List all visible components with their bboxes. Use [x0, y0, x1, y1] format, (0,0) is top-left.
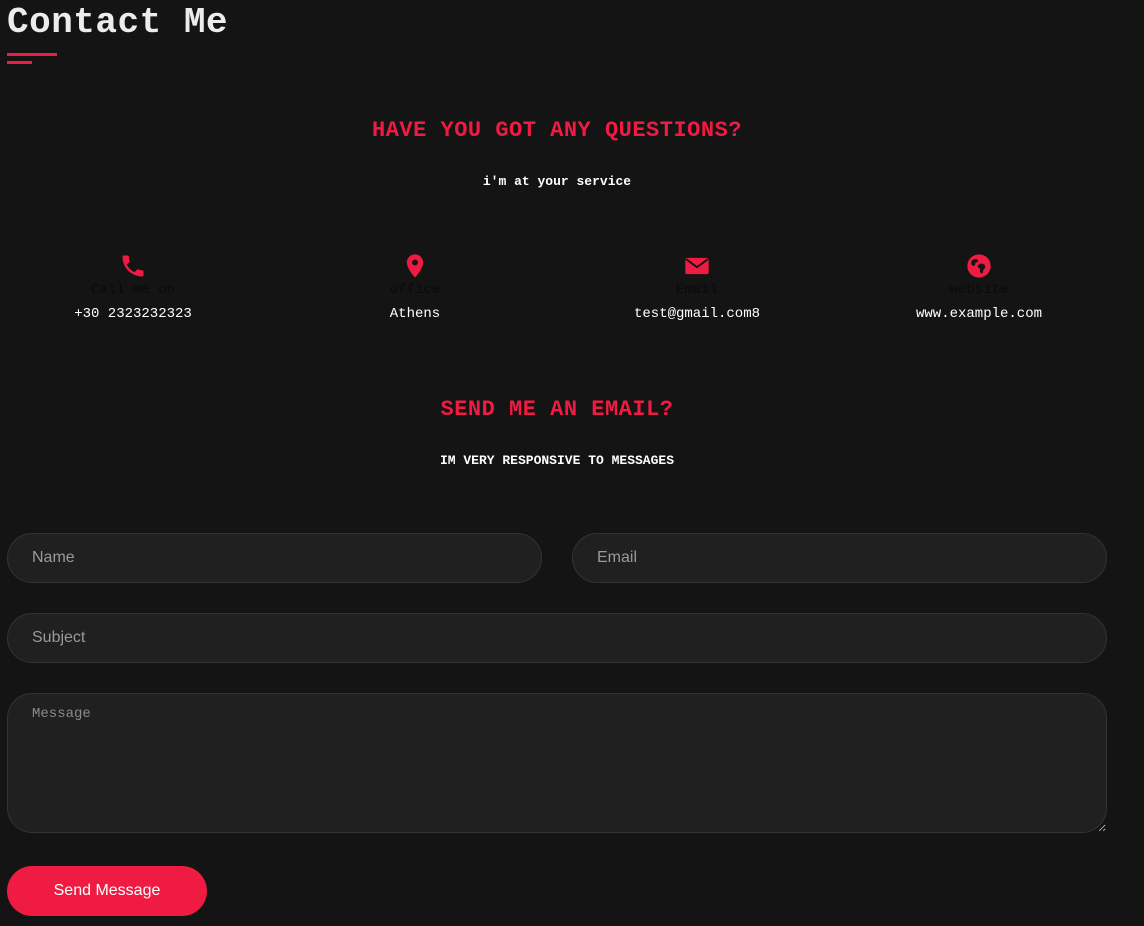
page-title: Contact Me [7, 2, 229, 43]
contact-label-phone: Call me on [90, 282, 175, 298]
location-pin-icon [406, 254, 424, 278]
envelope-icon [685, 257, 709, 275]
email-input[interactable] [572, 533, 1107, 583]
email-section-heading: SEND ME AN EMAIL? [440, 397, 674, 422]
questions-subheading: i'm at your service [482, 174, 632, 189]
contact-value-phone: +30 2323232323 [74, 306, 192, 322]
contact-value-website[interactable]: www.example.com [849, 305, 1109, 323]
contact-label-office: office [389, 282, 441, 298]
questions-heading: HAVE YOU GOT ANY QUESTIONS? [372, 118, 742, 143]
contact-value-email: test@gmail.com8 [633, 306, 761, 322]
contact-label-email: Email [675, 282, 718, 298]
contact-label-website: website [949, 282, 1009, 298]
title-underline-decoration [7, 53, 57, 67]
send-message-button[interactable]: Send Message [7, 866, 207, 916]
phone-icon [122, 255, 144, 277]
contact-value-office: Athens [389, 306, 441, 322]
message-textarea[interactable] [7, 693, 1107, 833]
name-input[interactable] [7, 533, 542, 583]
subject-input[interactable] [7, 613, 1107, 663]
globe-icon [967, 254, 991, 278]
contact-item-phone: Call me on +30 2323232323 [3, 252, 263, 323]
contact-item-office: office Athens [285, 252, 545, 323]
email-section-subheading: IM VERY RESPONSIVE TO MESSAGES [439, 453, 675, 468]
contact-item-website: website www.example.com [849, 252, 1109, 323]
contact-item-email: Email test@gmail.com8 [567, 252, 827, 323]
